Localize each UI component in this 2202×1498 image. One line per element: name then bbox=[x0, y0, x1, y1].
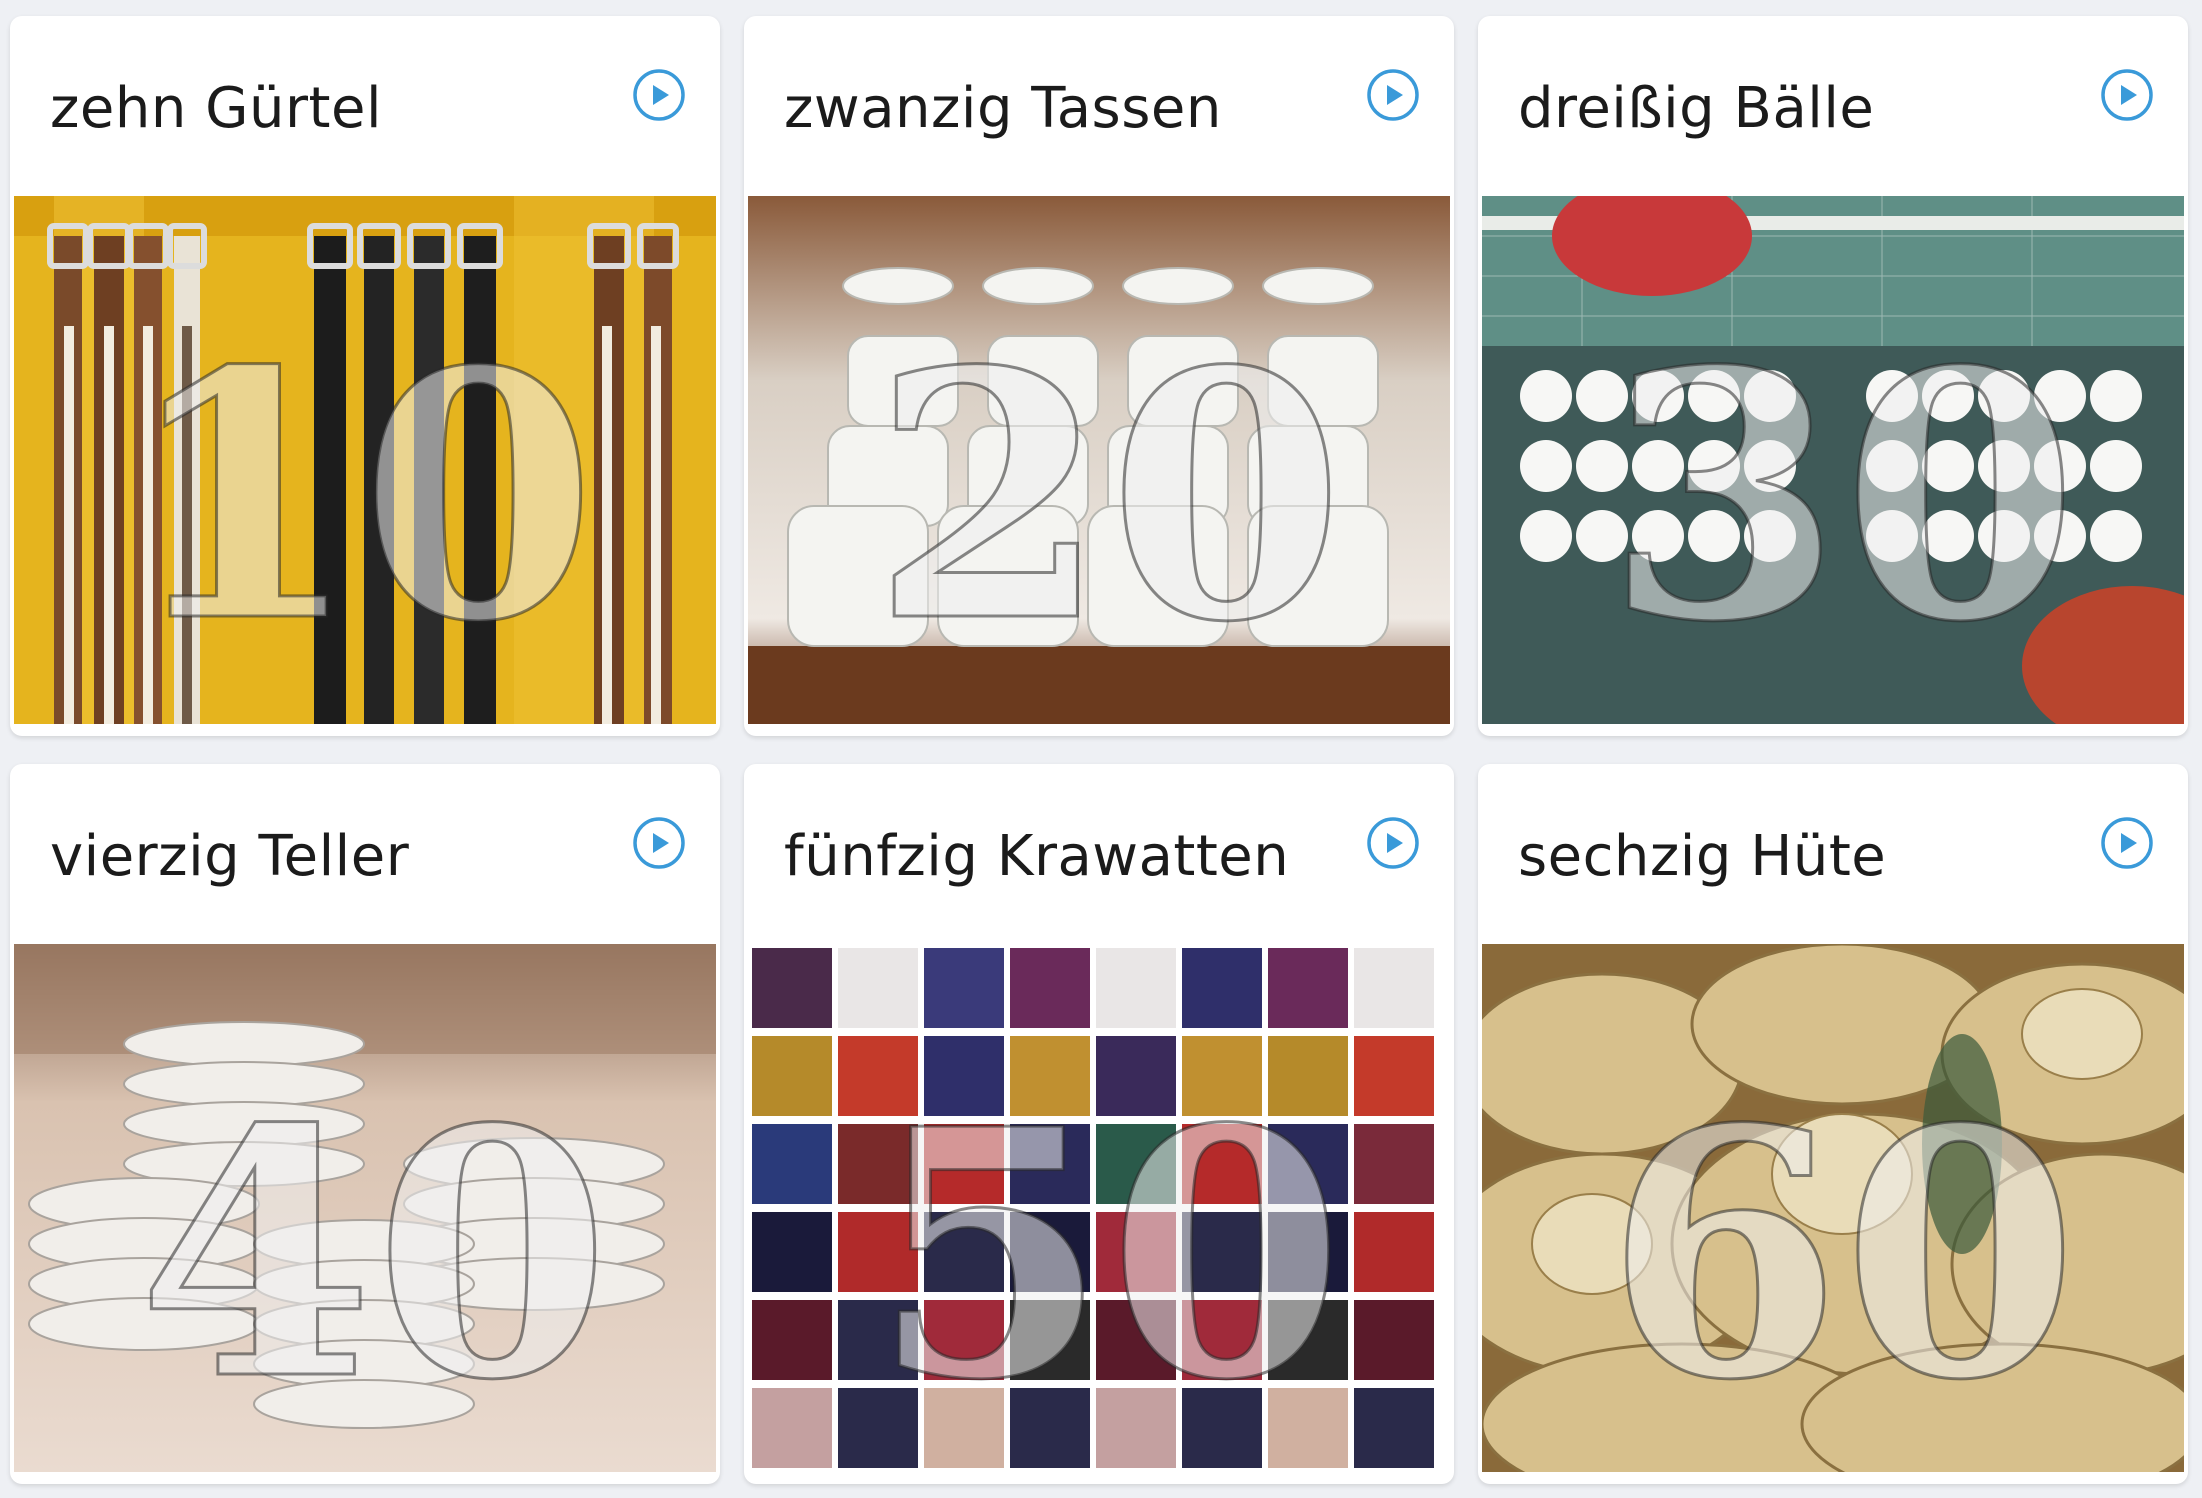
number-overlay: 50 bbox=[871, 1056, 1344, 1455]
ties-image: 50 bbox=[748, 944, 1450, 1472]
play-circle-icon[interactable] bbox=[1366, 816, 1420, 870]
cups-photo: 20 bbox=[748, 196, 1450, 724]
ties-photo: 50 bbox=[748, 944, 1450, 1472]
flashcard-vierzig[interactable]: vierzig Teller 40 bbox=[10, 764, 720, 1484]
card-header: zehn Gürtel bbox=[10, 16, 720, 196]
flashcard-sechzig[interactable]: sechzig Hüte 60 bbox=[1478, 764, 2188, 1484]
flashcard-dreissig[interactable]: dreißig Bälle 30 bbox=[1478, 16, 2188, 736]
number-overlay: 60 bbox=[1605, 1056, 2078, 1455]
play-audio-button[interactable] bbox=[2100, 68, 2154, 122]
play-circle-icon[interactable] bbox=[1366, 68, 1420, 122]
flashcard-zwanzig[interactable]: zwanzig Tassen 20 bbox=[744, 16, 1454, 736]
number-overlay: 30 bbox=[1605, 298, 2078, 697]
flashcard-grid: zehn Gürtel 10 zwanzig Tassen 20 dreißig… bbox=[10, 16, 2188, 1484]
play-audio-button[interactable] bbox=[1366, 816, 1420, 870]
play-circle-icon[interactable] bbox=[632, 816, 686, 870]
belts-image: 10 bbox=[14, 196, 716, 724]
hats-photo: 60 bbox=[1482, 944, 2184, 1472]
play-audio-button[interactable] bbox=[632, 816, 686, 870]
card-header: zwanzig Tassen bbox=[744, 16, 1454, 196]
belts-photo: 10 bbox=[14, 196, 716, 724]
plates-image: 40 bbox=[14, 944, 716, 1472]
card-title: fünfzig Krawatten bbox=[784, 824, 1290, 889]
hats-image: 60 bbox=[1482, 944, 2184, 1472]
card-header: sechzig Hüte bbox=[1478, 764, 2188, 944]
flashcard-fuenfzig[interactable]: fünfzig Krawatten 50 bbox=[744, 764, 1454, 1484]
plates-photo: 40 bbox=[14, 944, 716, 1472]
number-overlay: 40 bbox=[137, 1056, 610, 1455]
cups-image: 20 bbox=[748, 196, 1450, 724]
card-title: dreißig Bälle bbox=[1518, 76, 1875, 141]
play-audio-button[interactable] bbox=[632, 68, 686, 122]
balls-photo: 30 bbox=[1482, 196, 2184, 724]
balls-image: 30 bbox=[1482, 196, 2184, 724]
card-header: fünfzig Krawatten bbox=[744, 764, 1454, 944]
play-audio-button[interactable] bbox=[2100, 816, 2154, 870]
flashcard-zehn[interactable]: zehn Gürtel 10 bbox=[10, 16, 720, 736]
card-title: zehn Gürtel bbox=[50, 76, 383, 141]
play-circle-icon[interactable] bbox=[2100, 68, 2154, 122]
play-audio-button[interactable] bbox=[1366, 68, 1420, 122]
card-header: dreißig Bälle bbox=[1478, 16, 2188, 196]
card-header: vierzig Teller bbox=[10, 764, 720, 944]
card-title: zwanzig Tassen bbox=[784, 76, 1222, 141]
number-overlay: 20 bbox=[871, 298, 1344, 697]
card-title: vierzig Teller bbox=[50, 824, 410, 889]
card-title: sechzig Hüte bbox=[1518, 824, 1887, 889]
number-overlay: 10 bbox=[123, 298, 596, 697]
play-circle-icon[interactable] bbox=[632, 68, 686, 122]
play-circle-icon[interactable] bbox=[2100, 816, 2154, 870]
